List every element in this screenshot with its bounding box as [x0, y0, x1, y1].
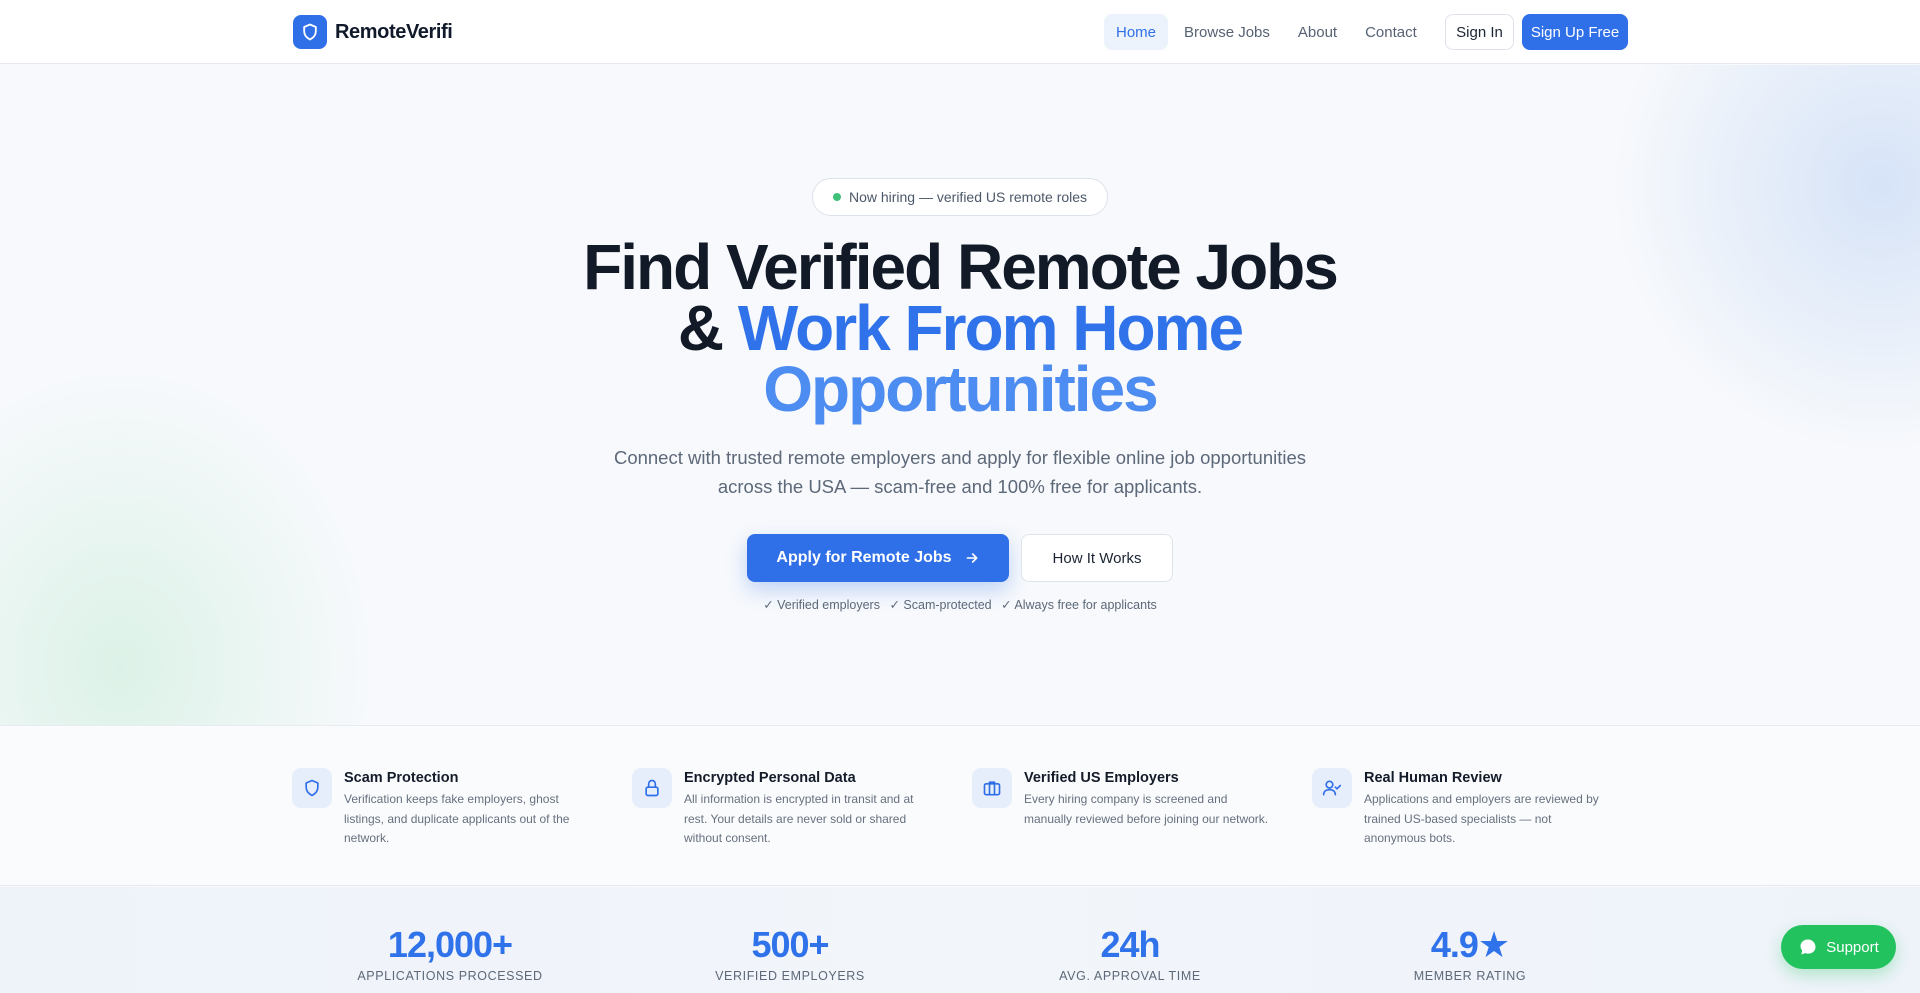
hiring-pill: Now hiring — verified US remote roles [812, 178, 1108, 216]
stats-section: 12,000+ APPLICATIONS PROCESSED 500+ VERI… [0, 887, 1920, 993]
features-section: Scam Protection Verification keeps fake … [0, 726, 1920, 886]
stat-employers: 500+ VERIFIED EMPLOYERS [660, 924, 920, 984]
feature-title: Encrypted Personal Data [684, 770, 856, 786]
chat-bubble-icon [1800, 939, 1816, 955]
feature-description: All information is encrypted in transit … [684, 792, 914, 845]
feature-description: Verification keeps fake employers, ghost… [344, 792, 570, 845]
briefcase-icon [972, 768, 1012, 808]
feature-human-review: Real Human Review Applications and emplo… [1312, 768, 1612, 849]
hiring-pill-text: Now hiring — verified US remote roles [848, 189, 1088, 205]
stat-label: APPLICATIONS PROCESSED [357, 969, 543, 983]
support-button[interactable]: Support [1781, 925, 1896, 969]
stat-label: VERIFIED EMPLOYERS [715, 969, 865, 983]
feature-title: Real Human Review [1364, 770, 1502, 786]
nav-link-contact[interactable]: Contact [1353, 14, 1429, 50]
feature-verified-employers: Verified US Employers Every hiring compa… [972, 768, 1272, 829]
stat-label: AVG. APPROVAL TIME [1059, 969, 1201, 983]
sign-in-button[interactable]: Sign In [1445, 14, 1514, 50]
nav-link-home[interactable]: Home [1104, 14, 1169, 50]
hero-section: Now hiring — verified US remote roles Fi… [0, 65, 1920, 726]
headline-line-2: & Work From Home [460, 296, 1460, 360]
status-dot-icon [832, 193, 841, 201]
apply-button[interactable]: Apply for Remote Jobs [747, 534, 1009, 582]
stat-approval-time: 24h AVG. APPROVAL TIME [1000, 924, 1260, 984]
support-label: Support [1826, 938, 1879, 956]
stat-value: 500+ [751, 924, 829, 965]
headline-ampersand: & [677, 292, 738, 364]
stat-value: 24h [1100, 924, 1160, 965]
feature-description: Every hiring company is screened and man… [1024, 792, 1269, 826]
headline-line-1: Find Verified Remote Jobs [583, 231, 1339, 303]
stat-value: 4.9★ [1430, 924, 1510, 965]
trust-item: ✓ Always free for applicants [1001, 598, 1157, 612]
nav-links: Home Browse Jobs About Contact [1104, 14, 1429, 50]
stat-rating: 4.9★ MEMBER RATING [1340, 924, 1600, 984]
nav-link-about[interactable]: About [1286, 14, 1349, 50]
feature-title: Scam Protection [344, 770, 459, 786]
user-check-icon [1312, 768, 1352, 808]
lock-icon [632, 768, 672, 808]
trust-badges: ✓ Verified employers ✓ Scam-protected ✓ … [660, 597, 1260, 612]
brand[interactable]: RemoteVerifi [293, 15, 453, 49]
brand-name: RemoteVerifi [335, 20, 453, 43]
arrow-right-icon [966, 553, 978, 563]
sign-up-button[interactable]: Sign Up Free [1522, 14, 1628, 50]
headline-line-3: Opportunities [763, 353, 1159, 425]
nav-link-browse-jobs[interactable]: Browse Jobs [1172, 14, 1282, 50]
how-it-works-button[interactable]: How It Works [1021, 534, 1173, 582]
feature-encrypted-data: Encrypted Personal Data All information … [632, 768, 932, 849]
stat-value: 12,000+ [387, 924, 513, 965]
shield-logo-icon [293, 15, 327, 49]
apply-button-label: Apply for Remote Jobs [776, 549, 952, 566]
stat-applications: 12,000+ APPLICATIONS PROCESSED [320, 924, 580, 984]
trust-item: ✓ Verified employers [763, 598, 880, 612]
feature-scam-protection: Scam Protection Verification keeps fake … [292, 768, 592, 849]
hero-subtitle: Connect with trusted remote employers an… [613, 447, 1307, 497]
stat-label: MEMBER RATING [1413, 969, 1527, 983]
feature-description: Applications and employers are reviewed … [1364, 792, 1599, 845]
shield-icon [292, 768, 332, 808]
trust-item: ✓ Scam-protected [889, 598, 992, 612]
top-navbar: RemoteVerifi Home Browse Jobs About Cont… [0, 0, 1920, 64]
hero-headline: Find Verified Remote Jobs & Work From Ho… [460, 231, 1460, 425]
feature-title: Verified US Employers [1024, 770, 1179, 786]
